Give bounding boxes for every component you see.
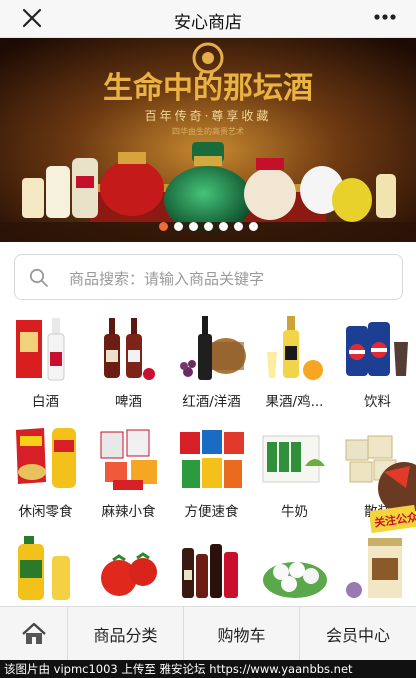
instant-food-image (180, 430, 244, 488)
page-title: 安心商店 (174, 13, 242, 33)
tab-home[interactable] (0, 607, 68, 661)
banner-dot[interactable] (158, 222, 168, 231)
bottom-tab-bar: 商品分类 购物车 会员中心 (0, 606, 416, 661)
snacks-image (16, 428, 76, 488)
category-spicy-snacks[interactable]: 麻辣小食 (87, 416, 170, 524)
category-label: 白酒 (32, 394, 59, 410)
tomato-image (101, 552, 157, 596)
category-beer[interactable]: 啤酒 (87, 306, 170, 414)
category-snacks[interactable]: 休闲零食 (4, 416, 87, 524)
banner-dot[interactable] (188, 222, 198, 231)
home-icon (21, 622, 46, 644)
banner-headline: 生命中的那坛酒 (103, 71, 313, 106)
banner-dot[interactable] (248, 222, 258, 231)
canned-image (346, 538, 402, 598)
follow-sticker-image: 关注公众 (368, 462, 416, 534)
search-icon (29, 268, 48, 287)
watermark-footer: 该图片由 vipmc1003 上传至 雅安论坛 https://www.yaan… (0, 660, 416, 678)
banner-pagination (0, 222, 416, 232)
category-label: 方便速食 (184, 504, 239, 520)
category-instant-food[interactable]: 方便速食 (170, 416, 253, 524)
category-wine[interactable]: 红酒/洋酒 (170, 306, 253, 414)
category-label: 果酒/鸡... (265, 394, 324, 410)
category-label: 红酒/洋酒 (182, 394, 241, 410)
category-milk[interactable]: 牛奶 (253, 416, 336, 524)
wine-image (180, 316, 246, 380)
tab-member-center[interactable]: 会员中心 (300, 607, 416, 661)
category-label: 牛奶 (281, 504, 308, 520)
category-label: 麻辣小食 (101, 504, 156, 520)
search-placeholder: 商品搜索：请输入商品关键字 (69, 270, 265, 288)
banner-subtext: 四华由生的高贵艺术 (172, 126, 244, 136)
search-input[interactable]: 商品搜索：请输入商品关键字 (14, 254, 403, 300)
banner-dot[interactable] (218, 222, 228, 231)
banner-dot[interactable] (203, 222, 213, 231)
spicy-snacks-image (100, 429, 157, 490)
banner-image: 生命中的那坛酒 百年传奇·尊享收藏 四华由生的高贵艺术 (0, 38, 416, 242)
dumplings-image (263, 562, 327, 598)
category-drinks[interactable]: 饮料 (336, 306, 416, 414)
banner-dot[interactable] (173, 222, 183, 231)
category-fruit-wine[interactable]: 果酒/鸡... (253, 306, 336, 414)
more-icon[interactable] (374, 14, 396, 20)
banner-dot[interactable] (233, 222, 243, 231)
sauces-image (182, 544, 238, 598)
follow-sticker[interactable]: 关注公众 (368, 458, 416, 540)
category-label: 休闲零食 (18, 504, 73, 520)
baijiu-image (16, 318, 65, 381)
title-bar: 安心商店 (0, 0, 416, 38)
milk-image (262, 435, 325, 483)
category-label: 啤酒 (115, 394, 142, 410)
promo-banner[interactable]: 生命中的那坛酒 百年传奇·尊享收藏 四华由生的高贵艺术 (0, 38, 416, 242)
tab-categories[interactable]: 商品分类 (68, 607, 184, 661)
category-baijiu[interactable]: 白酒 (4, 306, 87, 414)
tab-cart[interactable]: 购物车 (184, 607, 300, 661)
oil-image (18, 536, 70, 600)
banner-slogan: 百年传奇·尊享收藏 (145, 108, 272, 123)
beer-image (104, 318, 155, 380)
category-label: 饮料 (364, 394, 391, 410)
drinks-image (346, 322, 408, 376)
fruit-wine-image (267, 316, 323, 380)
